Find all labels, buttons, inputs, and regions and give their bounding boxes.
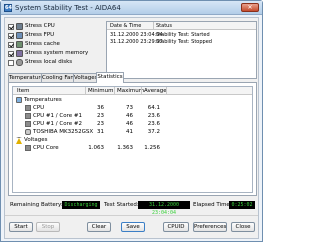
row-maximum: 1.363 [117,145,133,151]
stress-memory-option[interactable]: Stress system memory [8,49,88,58]
group-label: Temperatures [24,97,62,103]
group-row-voltages[interactable]: Voltages [13,136,252,144]
stress-cpu-checkbox[interactable] [8,23,14,30]
voltage-warning-icon [16,137,22,144]
cpu-icon [16,23,23,30]
window-close-button[interactable]: ✕ [241,3,259,12]
hard-disk-icon [25,129,31,135]
statistics-panel: Item Minimum Maximum Average Temperature… [8,82,257,196]
elapsed-time-value: 0:25:02 [229,201,255,209]
log-status: Stability Test: Stopped [156,39,212,45]
stress-cpu-option[interactable]: Stress CPU [8,22,55,31]
log-header-datetime[interactable]: Date & Time [110,22,141,30]
stress-disks-label: Stress local disks [25,59,73,65]
button-bar: Start Stop Clear Save CPUID Preferences … [5,215,258,239]
stress-disks-option[interactable]: Stress local disks [8,58,72,67]
row-average: 23.6 [147,113,160,119]
clear-button[interactable]: Clear [87,222,111,232]
group-label: Voltages [24,137,48,143]
row-item: CPU #1 / Core #2 [33,121,82,127]
stability-test-window: 64 System Stability Test - AIDA64 ✕ Stre… [0,0,263,242]
stop-button[interactable]: Stop [36,222,60,232]
stress-fpu-label: Stress FPU [25,32,55,38]
row-minimum: 23 [97,121,104,127]
temperature-icon [16,97,22,103]
stress-fpu-checkbox[interactable] [8,32,14,39]
table-row[interactable]: CPU 36 73 64.1 [13,104,252,112]
statistics-table[interactable]: Item Minimum Maximum Average Temperature… [12,86,253,193]
save-button[interactable]: Save [121,222,145,232]
preferences-button[interactable]: Preferences [193,222,227,232]
row-item: CPU Core [33,145,59,151]
tab-voltages[interactable]: Voltages [73,73,98,82]
table-row[interactable]: TOSHIBA MK3252GSX 31 41 37.2 [13,128,252,136]
battery-status-value: Discharging [62,201,100,209]
cpu-core-icon [25,121,31,127]
stress-cache-checkbox[interactable] [8,41,14,48]
log-header-divider [153,22,154,30]
test-started-value: 31.12.2000 23:04:04 [138,201,190,216]
header-divider [166,87,167,95]
test-started-label: Test Started: [104,202,139,208]
table-row[interactable]: CPU Core 1.063 1.363 1.256 [13,144,252,152]
fpu-icon [16,32,23,39]
header-minimum[interactable]: Minimum [88,87,114,95]
log-header-status[interactable]: Status [156,22,172,30]
cpu-icon [25,145,31,151]
cache-icon [16,41,23,48]
status-bar: Remaining Battery: Discharging Test Star… [8,199,257,216]
row-item: CPU [33,105,45,111]
row-maximum: 46 [126,121,133,127]
stress-cache-label: Stress cache [25,41,60,47]
cpu-core-icon [25,113,31,119]
table-row[interactable]: CPU #1 / Core #2 23 46 23.6 [13,120,252,128]
memory-icon [16,50,23,57]
title-bar[interactable]: 64 System Stability Test - AIDA64 ✕ [1,1,262,15]
window-title: System Stability Test - AIDA64 [15,4,121,12]
row-minimum: 23 [97,113,104,119]
stress-disks-checkbox[interactable] [8,59,14,66]
log-datetime: 31.12.2000 23:29:07 [110,39,163,45]
row-maximum: 73 [126,105,133,111]
stress-cache-option[interactable]: Stress cache [8,40,60,49]
stress-memory-label: Stress system memory [25,50,89,56]
row-average: 37.2 [147,129,160,135]
log-header: Date & Time Status [107,22,256,30]
row-minimum: 36 [97,105,104,111]
cpuid-button[interactable]: CPUID [163,222,189,232]
row-minimum: 1.063 [88,145,104,151]
tab-temperatures[interactable]: Temperatures [8,73,47,82]
elapsed-time-label: Elapsed Time: [193,202,232,208]
table-row[interactable]: CPU #1 / Core #1 23 46 23.6 [13,112,252,120]
row-average: 64.1 [147,105,160,111]
header-item[interactable]: Item [17,87,30,95]
client-area: Stress CPU Stress FPU Stress cache Stres… [4,17,259,239]
row-maximum: 41 [126,129,133,135]
battery-label: Remaining Battery: [10,202,63,208]
log-row[interactable]: 31.12.2000 23:29:07 Stability Test: Stop… [107,38,256,46]
tab-statistics[interactable]: Statistics [96,72,124,83]
disk-icon [16,59,23,66]
stress-fpu-option[interactable]: Stress FPU [8,31,54,40]
row-average: 1.256 [144,145,160,151]
close-button[interactable]: Close [231,222,255,232]
header-average[interactable]: Average [144,87,167,95]
header-divider [114,87,115,95]
row-item: CPU #1 / Core #1 [33,113,82,119]
aida64-app-icon: 64 [4,4,12,12]
tab-cooling-fans[interactable]: Cooling Fans [41,73,77,82]
group-row-temperatures[interactable]: Temperatures [13,96,252,104]
start-button[interactable]: Start [9,222,33,232]
row-average: 23.6 [147,121,160,127]
header-divider [85,87,86,95]
cpu-icon [25,105,31,111]
row-maximum: 46 [126,113,133,119]
header-divider [141,87,142,95]
stress-memory-checkbox[interactable] [8,50,14,57]
stress-cpu-label: Stress CPU [25,23,55,29]
event-log-table[interactable]: Date & Time Status 31.12.2000 23:04:04 S… [106,21,257,79]
row-minimum: 31 [97,129,104,135]
statistics-header: Item Minimum Maximum Average [13,87,252,95]
